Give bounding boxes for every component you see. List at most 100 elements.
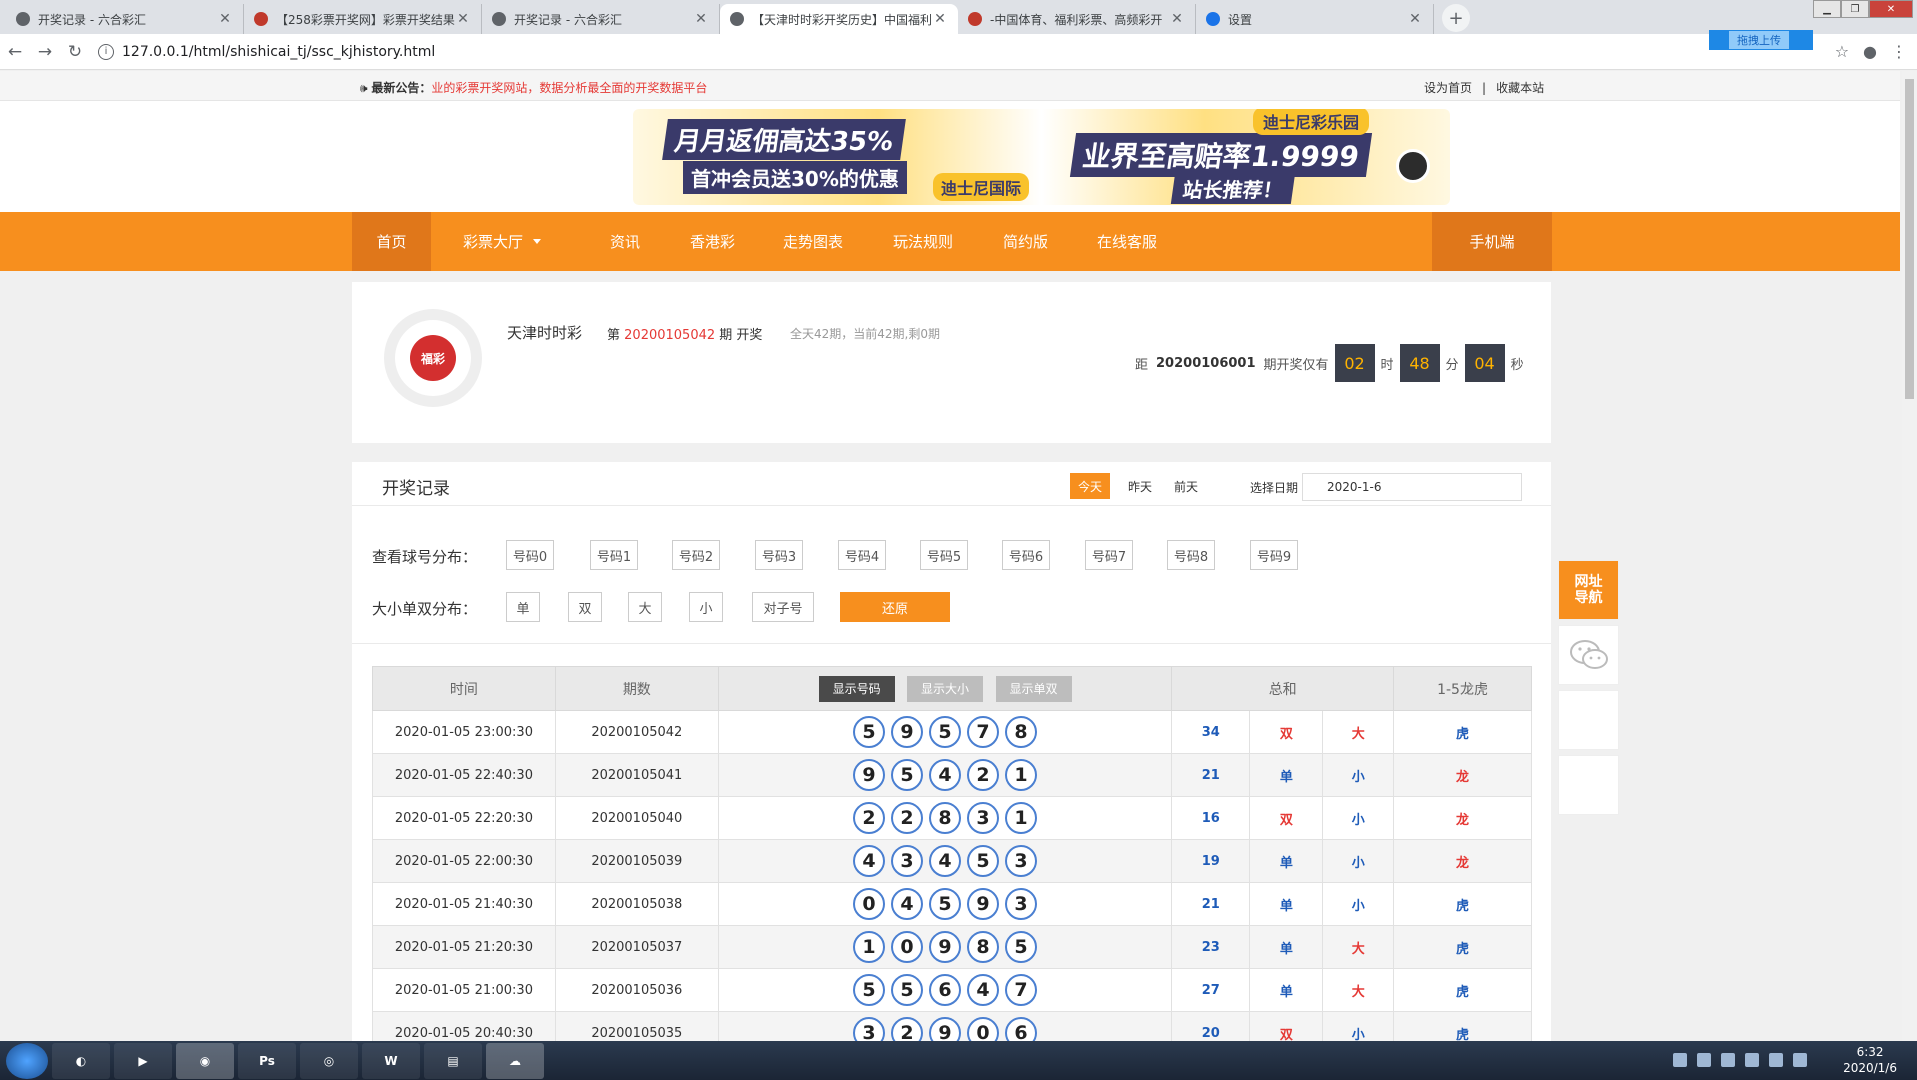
nav-news[interactable]: 资讯 (610, 212, 640, 271)
countdown-hours: 02 (1334, 344, 1375, 382)
start-button[interactable] (6, 1042, 48, 1079)
today-button[interactable]: 今天 (1070, 473, 1111, 499)
side-float-empty[interactable] (1558, 690, 1619, 750)
ball-filter-button[interactable]: 号码2 (672, 540, 720, 570)
nav-service[interactable]: 在线客服 (1097, 212, 1157, 271)
browser-tab[interactable]: -中国体育、福利彩票、高频彩开 ✕ (958, 4, 1196, 34)
vertical-scrollbar[interactable] (1902, 71, 1917, 1041)
nav-rules[interactable]: 玩法规则 (893, 212, 953, 271)
ball-filter-button[interactable]: 号码5 (920, 540, 968, 570)
clock[interactable]: 6:32 2020/1/6 (1843, 1044, 1897, 1076)
close-icon[interactable]: ✕ (1407, 11, 1423, 27)
taskbar-chrome-icon[interactable]: ◉ (176, 1042, 234, 1079)
taskbar-browser-icon[interactable]: ◎ (300, 1042, 358, 1079)
number-ball: 4 (929, 845, 962, 877)
back-icon[interactable]: ← (0, 42, 30, 62)
bookmark-link[interactable]: 收藏本站 (1496, 81, 1544, 95)
minimize-icon[interactable]: ▁ (1813, 0, 1841, 18)
maximize-icon[interactable]: ❐ (1841, 0, 1869, 18)
set-home-link[interactable]: 设为首页 (1424, 81, 1472, 95)
nav-hk[interactable]: 香港彩 (690, 212, 735, 271)
show-numbers-button[interactable]: 显示号码 (818, 675, 895, 702)
big-filter-button[interactable]: 大 (628, 592, 662, 622)
draw-numbers: 10985 (717, 925, 1173, 969)
ball-filter-button[interactable]: 号码4 (838, 540, 886, 570)
site-nav-float[interactable]: 网址导航 (1558, 560, 1619, 620)
ball-filter-button[interactable]: 号码6 (1002, 540, 1050, 570)
ball-filter-button[interactable]: 号码7 (1085, 540, 1133, 570)
tray-icon[interactable] (1745, 1053, 1759, 1067)
even-filter-button[interactable]: 双 (568, 592, 602, 622)
show-parity-button[interactable]: 显示单双 (995, 675, 1072, 702)
info-icon[interactable]: i (98, 43, 114, 60)
small-filter-button[interactable]: 小 (689, 592, 723, 622)
pair-filter-button[interactable]: 对子号 (752, 592, 814, 622)
upload-widget[interactable]: 拖拽上传 (1709, 30, 1813, 50)
browser-tab[interactable]: 设置 ✕ (1196, 4, 1434, 34)
taskbar-folder-icon[interactable]: ▤ (424, 1042, 482, 1079)
ball-filter-button[interactable]: 号码1 (590, 540, 638, 570)
ball-filter-button[interactable]: 号码0 (506, 540, 554, 570)
date-input[interactable]: 2020-1-6 (1302, 473, 1522, 501)
yesterday-button[interactable]: 昨天 (1120, 473, 1160, 499)
ball-filter-button[interactable]: 号码3 (755, 540, 803, 570)
tray-icon[interactable] (1769, 1053, 1783, 1067)
sum-value: 27 (1171, 968, 1251, 1012)
taskbar-media-icon[interactable]: ▶ (114, 1042, 172, 1079)
site-logo-icon (254, 12, 268, 26)
close-window-icon[interactable]: ✕ (1869, 0, 1913, 18)
close-icon[interactable]: ✕ (1169, 11, 1185, 27)
sum-size: 大 (1322, 925, 1395, 969)
tray-icon[interactable] (1673, 1053, 1687, 1067)
nav-simple[interactable]: 简约版 (1003, 212, 1048, 271)
number-ball: 4 (967, 974, 1000, 1006)
close-icon[interactable]: ✕ (455, 11, 471, 27)
nav-mobile[interactable]: 手机端 (1432, 212, 1552, 271)
taskbar-app-icon[interactable]: ◐ (52, 1042, 110, 1079)
sum-parity: 单 (1249, 968, 1324, 1012)
browser-tab[interactable]: 【258彩票开奖网】彩票开奖结果 ✕ (244, 4, 482, 34)
browser-tab[interactable]: 开奖记录 - 六合彩汇 ✕ (6, 4, 244, 34)
side-float-empty[interactable] (1558, 755, 1619, 815)
taskbar-cloud-icon[interactable]: ☁ (486, 1042, 544, 1079)
volume-icon[interactable] (1793, 1053, 1807, 1067)
sum-parity: 单 (1249, 753, 1324, 797)
day-before-button[interactable]: 前天 (1166, 473, 1206, 499)
draw-numbers: 43453 (717, 839, 1173, 883)
reload-icon[interactable]: ↻ (60, 42, 90, 62)
forward-icon[interactable]: → (30, 42, 60, 62)
taskbar-photoshop-icon[interactable]: Ps (238, 1042, 296, 1079)
browser-tab[interactable]: 开奖记录 - 六合彩汇 ✕ (482, 4, 720, 34)
tray-icon[interactable] (1697, 1053, 1711, 1067)
close-icon[interactable]: ✕ (217, 11, 233, 27)
banner-line3: 业界至高赔率1.9999 (1069, 133, 1373, 177)
account-icon[interactable]: ● (1863, 42, 1877, 61)
show-size-button[interactable]: 显示大小 (907, 675, 984, 702)
table-row: 2020-01-05 22:00:30 20200105039 4 3 4 5 3 19 单小龙 (372, 839, 1532, 883)
wechat-float[interactable] (1558, 625, 1619, 685)
taskbar-word-icon[interactable]: W (362, 1042, 420, 1079)
nav-home[interactable]: 首页 (352, 212, 431, 271)
ad-banner[interactable]: 月月返佣高达35% 首冲会员送30%的优惠 迪士尼国际 业界至高赔率1.9999… (633, 109, 1450, 205)
number-ball: 0 (891, 931, 924, 963)
star-icon[interactable]: ☆ (1835, 42, 1849, 61)
nav-trend[interactable]: 走势图表 (783, 212, 843, 271)
banner: 月月返佣高达35% 首冲会员送30%的优惠 迪士尼国际 业界至高赔率1.9999… (0, 101, 1900, 212)
menu-icon[interactable]: ⋮ (1891, 42, 1907, 61)
number-ball: 2 (891, 802, 924, 834)
browser-tab-active[interactable]: 【天津时时彩开奖历史】中国福利 ✕ (720, 4, 958, 34)
ball-filter-button[interactable]: 号码8 (1167, 540, 1215, 570)
draw-numbers: 95421 (717, 753, 1173, 797)
number-ball: 3 (891, 845, 924, 877)
odd-filter-button[interactable]: 单 (506, 592, 540, 622)
number-ball: 9 (967, 888, 1000, 920)
scrollbar-thumb[interactable] (1905, 79, 1914, 399)
nav-lottery-hall[interactable]: 彩票大厅 (463, 212, 542, 271)
new-tab-button[interactable]: + (1442, 4, 1470, 32)
reset-button[interactable]: 还原 (840, 592, 950, 622)
tray-icon[interactable] (1721, 1053, 1735, 1067)
close-icon[interactable]: ✕ (932, 11, 948, 27)
close-icon[interactable]: ✕ (693, 11, 709, 27)
ball-filter-button[interactable]: 号码9 (1250, 540, 1298, 570)
url-input[interactable]: i 127.0.0.1/html/shishicai_tj/ssc_kjhist… (98, 37, 1798, 66)
